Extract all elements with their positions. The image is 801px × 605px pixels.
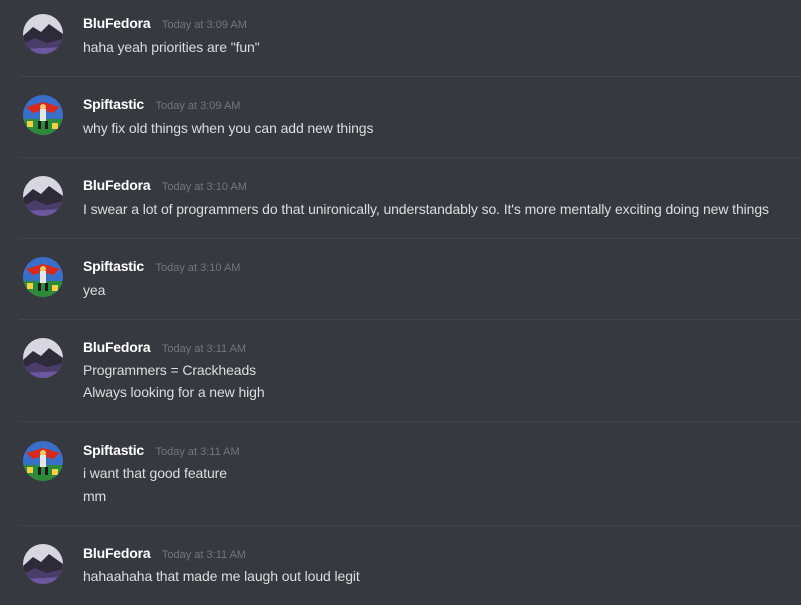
timestamp[interactable]: Today at 3:11 AM [162,549,246,561]
avatar[interactable] [23,257,63,297]
timestamp[interactable]: Today at 3:09 AM [155,100,240,112]
message-text: Always looking for a new high [83,384,265,400]
avatar[interactable] [23,338,63,378]
message-header: Spiftastic Today at 3:10 AM [83,258,240,276]
message-header: BluFedora Today at 3:10 AM [83,177,247,195]
timestamp[interactable]: Today at 3:11 AM [162,343,246,355]
avatar[interactable] [23,14,63,54]
avatar[interactable] [23,95,63,135]
timestamp[interactable]: Today at 3:10 AM [162,181,247,193]
message-divider [20,76,801,77]
timestamp[interactable]: Today at 3:09 AM [162,19,247,31]
message-divider [20,421,801,422]
dark-mountain-avatar-icon [23,338,63,378]
caped-hero-avatar-icon [23,95,63,135]
avatar[interactable] [23,441,63,481]
message-text: hahaahaha that made me laugh out loud le… [83,568,360,584]
timestamp[interactable]: Today at 3:11 AM [155,446,239,458]
dark-mountain-avatar-icon [23,14,63,54]
message-header: Spiftastic Today at 3:09 AM [83,96,240,114]
chat-message-list[interactable]: BluFedora Today at 3:09 AM haha yeah pri… [0,0,801,605]
message-text: yea [83,282,106,298]
avatar[interactable] [23,176,63,216]
caped-hero-avatar-icon [23,441,63,481]
username[interactable]: BluFedora [83,339,151,355]
message-header: BluFedora Today at 3:11 AM [83,545,246,563]
username[interactable]: BluFedora [83,15,151,31]
message-text: haha yeah priorities are "fun" [83,39,260,55]
dark-mountain-avatar-icon [23,544,63,584]
message-text: I swear a lot of programmers do that uni… [83,201,769,217]
message-text: why fix old things when you can add new … [83,120,374,136]
message-header: Spiftastic Today at 3:11 AM [83,442,240,460]
timestamp[interactable]: Today at 3:10 AM [155,262,240,274]
username[interactable]: BluFedora [83,545,151,561]
avatar[interactable] [23,544,63,584]
username[interactable]: BluFedora [83,177,151,193]
message-divider [20,319,801,320]
message-divider [20,238,801,239]
username[interactable]: Spiftastic [83,258,144,274]
message-text: i want that good feature [83,465,227,481]
caped-hero-avatar-icon [23,257,63,297]
message-header: BluFedora Today at 3:11 AM [83,339,246,357]
dark-mountain-avatar-icon [23,176,63,216]
message-text: Programmers = Crackheads [83,362,257,378]
message-divider [20,157,801,158]
message-header: BluFedora Today at 3:09 AM [83,15,247,33]
message-divider [20,525,801,526]
username[interactable]: Spiftastic [83,442,144,458]
username[interactable]: Spiftastic [83,96,144,112]
message-text: mm [83,488,107,504]
